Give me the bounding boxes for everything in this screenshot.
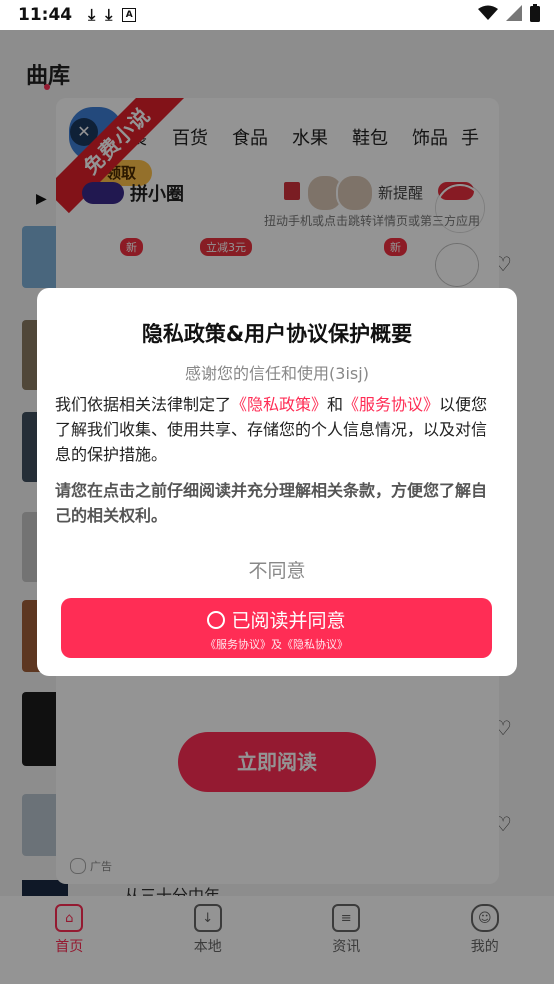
download-icon: ⤓ [105,5,113,24]
battery-icon [530,3,540,27]
agree-sublabel: 《服务协议》及《隐私协议》 [205,638,348,651]
download-icon: ⤓ [88,5,96,24]
wifi-icon [478,5,498,26]
app-notification-icon: A [122,8,137,22]
body-text: 我们依据相关法律制定了 [55,395,232,414]
agree-label: 已阅读并同意 [231,610,346,632]
disagree-button[interactable]: 不同意 [37,556,517,583]
dialog-note: 请您在点击之前仔细阅读并充分理解相关条款，方便您了解自己的相关权利。 [55,481,488,525]
agree-button-row: 已阅读并同意 [61,606,492,633]
dialog-title: 隐私政策&用户协议保护概要 [141,322,413,346]
agree-button[interactable]: 已阅读并同意 《服务协议》及《隐私协议》 [61,598,492,658]
privacy-dialog: 隐私政策&用户协议保护概要 感谢您的信任和使用(3isj) 我们依据相关法律制定… [37,288,517,676]
service-agreement-link[interactable]: 《服务协议》 [343,395,439,414]
status-time: 11:44 [18,5,73,25]
signal-icon [506,4,522,26]
dialog-subtitle: 感谢您的信任和使用(3isj) [185,364,369,383]
checkbox-circle-icon [207,610,226,629]
dialog-body: 我们依据相关法律制定了《隐私政策》和《服务协议》以便您了解我们收集、使用共享、存… [55,392,499,467]
status-bar: 11:44 ⤓ ⤓ A [0,0,554,30]
privacy-policy-link[interactable]: 《隐私政策》 [231,395,327,414]
body-text: 和 [327,395,344,414]
